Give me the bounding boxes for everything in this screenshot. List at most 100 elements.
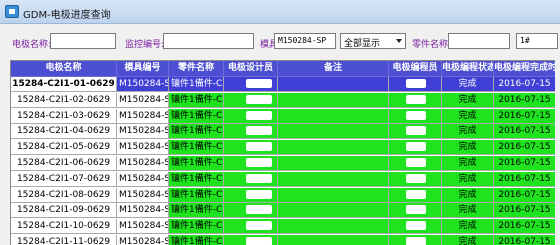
- col-header-designer[interactable]: 电极设计员: [224, 61, 278, 77]
- programmer-cell: [389, 203, 442, 219]
- redacted-block: [406, 142, 426, 152]
- redacted-block: [246, 94, 272, 104]
- status-cell: 完成: [442, 235, 494, 245]
- filter-bar: 电极名称: 监控编号: 模具编号: M150284-SP 全部显示 零件名称: …: [0, 24, 560, 58]
- col-header-status[interactable]: 电极编程状态: [442, 61, 494, 77]
- display-mode-select[interactable]: 全部显示: [340, 33, 406, 49]
- table-row[interactable]: 15284-C2I1-07-0629M150284-SP镶件1備件-C 完成201…: [11, 171, 555, 187]
- electrode-name-cell: 15284-C2I1-04-0629: [11, 124, 117, 140]
- monitor-no-label: 监控编号:: [125, 40, 165, 50]
- electrode-name-input[interactable]: [50, 33, 116, 49]
- window-title: GDM-电极进度查询: [23, 10, 111, 21]
- table-row[interactable]: 15284-C2I1-09-0629M150284-SP镶件1備件-C 完成201…: [11, 203, 555, 219]
- status-cell: 完成: [442, 140, 494, 156]
- part-name-cell: 镶件1備件-C: [169, 92, 224, 108]
- table-row[interactable]: 15284-C2I1-10-0629M150284-SP镶件1備件-C 完成201…: [11, 219, 555, 235]
- redacted-block: [246, 126, 272, 136]
- part-name-cell: 镶件1備件-C: [169, 171, 224, 187]
- status-cell: 完成: [442, 156, 494, 171]
- designer-cell: [224, 77, 278, 92]
- part-name-cell: 镶件1備件-C: [169, 187, 224, 203]
- finish-time-cell: 2016-07-15: [494, 219, 555, 235]
- electrode-name-cell: 15284-C2I1-09-0629: [11, 203, 117, 219]
- mold-no-input[interactable]: M150284-SP: [274, 33, 336, 49]
- results-grid[interactable]: 电极名称 模具编号 零件名称 电极设计员 备注 电极编程员 电极编程状态 电极编…: [10, 60, 555, 245]
- col-header-part-name[interactable]: 零件名称: [169, 61, 224, 77]
- designer-cell: [224, 92, 278, 108]
- designer-cell: [224, 156, 278, 171]
- monitor-no-input[interactable]: [163, 33, 254, 49]
- redacted-block: [246, 205, 272, 215]
- status-cell: 完成: [442, 203, 494, 219]
- note-cell: [278, 203, 389, 219]
- table-row[interactable]: 15284-C2I1-02-0629M150284-SP镶件1備件-C 完成201…: [11, 92, 555, 108]
- status-cell: 完成: [442, 92, 494, 108]
- redacted-block: [406, 189, 426, 199]
- note-cell: [278, 187, 389, 203]
- finish-time-cell: 2016-07-15: [494, 124, 555, 140]
- table-row[interactable]: 15284-C2I1-04-0629M150284-SP镶件1備件-C 完成201…: [11, 124, 555, 140]
- part-name-label: 零件名称:: [412, 40, 452, 50]
- table-row[interactable]: 15284-C2I1-01-0629M150284-SP镶件1備件-C 完成201…: [11, 77, 555, 92]
- electrode-name-cell: 15284-C2I1-06-0629: [11, 156, 117, 171]
- programmer-cell: [389, 171, 442, 187]
- finish-time-cell: 2016-07-15: [494, 108, 555, 124]
- chevron-down-icon: [396, 39, 402, 43]
- col-header-mold-no[interactable]: 模具编号: [117, 61, 169, 77]
- part-name-cell: 镶件1備件-C: [169, 219, 224, 235]
- redacted-block: [246, 221, 272, 231]
- redacted-block: [406, 221, 426, 231]
- redacted-block: [246, 110, 272, 120]
- note-cell: [278, 124, 389, 140]
- finish-time-cell: 2016-07-15: [494, 203, 555, 219]
- col-header-electrode-name[interactable]: 电极名称: [11, 61, 117, 77]
- status-cell: 完成: [442, 108, 494, 124]
- programmer-cell: [389, 92, 442, 108]
- mold-no-cell: M150284-SP: [117, 235, 169, 245]
- part-name-cell: 镶件1備件-C: [169, 124, 224, 140]
- electrode-name-cell: 15284-C2I1-07-0629: [11, 171, 117, 187]
- electrode-name-cell: 15284-C2I1-08-0629: [11, 187, 117, 203]
- part-name-input[interactable]: [448, 33, 510, 49]
- part-name-cell: 镶件1備件-C: [169, 108, 224, 124]
- status-cell: 完成: [442, 219, 494, 235]
- app-icon: [5, 5, 19, 18]
- redacted-block: [246, 237, 272, 245]
- mold-no-cell: M150284-SP: [117, 124, 169, 140]
- mold-no-cell: M150284-SP: [117, 108, 169, 124]
- finish-time-cell: 2016-07-15: [494, 156, 555, 171]
- col-header-note[interactable]: 备注: [278, 61, 389, 77]
- mold-no-cell: M150284-SP: [117, 203, 169, 219]
- finish-time-cell: 2016-07-15: [494, 187, 555, 203]
- designer-cell: [224, 171, 278, 187]
- table-row[interactable]: 15284-C2I1-08-0629M150284-SP镶件1備件-C 完成201…: [11, 187, 555, 203]
- designer-cell: [224, 219, 278, 235]
- table-row[interactable]: 15284-C2I1-03-0629M150284-SP镶件1備件-C 完成201…: [11, 108, 555, 124]
- note-cell: [278, 219, 389, 235]
- electrode-name-cell: 15284-C2I1-05-0629: [11, 140, 117, 156]
- electrode-name-label: 电极名称:: [12, 40, 52, 50]
- table-row[interactable]: 15284-C2I1-06-0629M150284-SP镶件1備件-C 完成201…: [11, 156, 555, 171]
- status-cell: 完成: [442, 124, 494, 140]
- extra-filter-input[interactable]: 1#: [516, 33, 558, 49]
- table-row[interactable]: 15284-C2I1-11-0629M150284-SP镶件1備件-C 完成201…: [11, 235, 555, 245]
- redacted-block: [246, 173, 272, 183]
- redacted-block: [406, 158, 426, 167]
- mold-no-cell: M150284-SP: [117, 77, 169, 92]
- note-cell: [278, 171, 389, 187]
- part-name-cell: 镶件1備件-C: [169, 77, 224, 92]
- col-header-finish-time[interactable]: 电极编程完成时间: [494, 61, 555, 77]
- programmer-cell: [389, 140, 442, 156]
- table-row[interactable]: 15284-C2I1-05-0629M150284-SP镶件1備件-C 完成201…: [11, 140, 555, 156]
- redacted-block: [406, 110, 426, 120]
- note-cell: [278, 108, 389, 124]
- programmer-cell: [389, 77, 442, 92]
- finish-time-cell: 2016-07-15: [494, 77, 555, 92]
- redacted-block: [406, 205, 426, 215]
- designer-cell: [224, 187, 278, 203]
- part-name-cell: 镶件1備件-C: [169, 203, 224, 219]
- electrode-name-cell: 15284-C2I1-03-0629: [11, 108, 117, 124]
- part-name-cell: 镶件1備件-C: [169, 156, 224, 171]
- programmer-cell: [389, 187, 442, 203]
- col-header-programmer[interactable]: 电极编程员: [389, 61, 442, 77]
